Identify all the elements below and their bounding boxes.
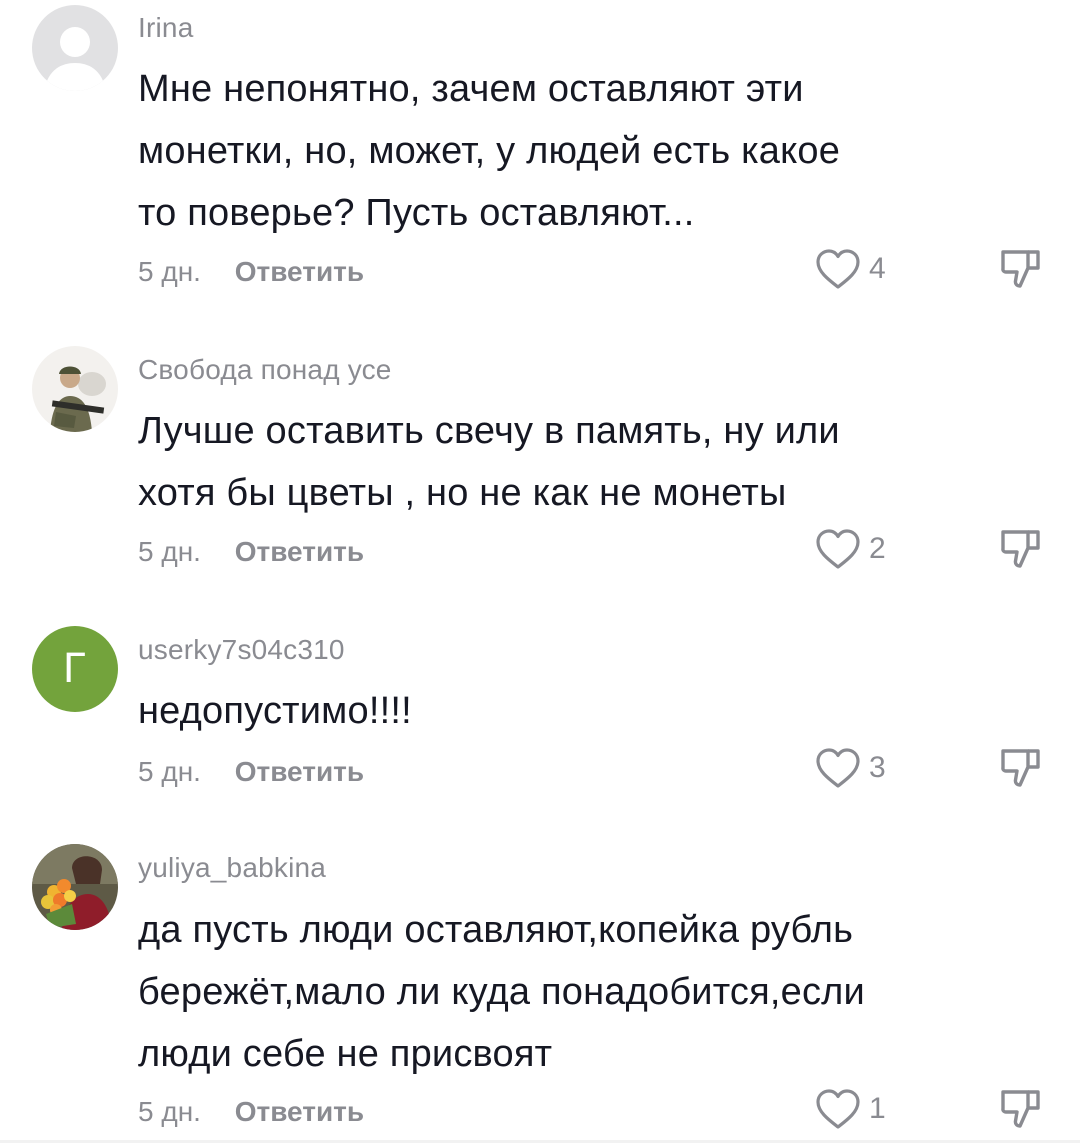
- comment-time: 5 дн.: [138, 1096, 201, 1127]
- comment-text: недопустимо!!!!: [138, 680, 938, 742]
- comment-username[interactable]: userky7s04c310: [138, 634, 345, 666]
- comment-text-line: Мне непонятно, зачем оставляют эти: [138, 68, 804, 110]
- comment-text-line: недопустимо!!!!: [138, 690, 412, 732]
- comment-meta: 5 дн. Ответить: [138, 756, 364, 788]
- reply-button[interactable]: Ответить: [235, 756, 364, 788]
- comment-username[interactable]: Irina: [138, 12, 193, 44]
- heart-outline-icon: [816, 1089, 860, 1129]
- default-avatar-icon: [32, 5, 118, 91]
- comment-meta: 5 дн. Ответить: [138, 536, 364, 568]
- avatar[interactable]: [32, 844, 118, 930]
- like-count: 1: [869, 1092, 886, 1125]
- like-button[interactable]: 3: [815, 747, 886, 789]
- comment-time: 5 дн.: [138, 536, 201, 567]
- comment-text: Мне непонятно, зачем оставляют эти монет…: [138, 58, 938, 244]
- comment-meta: 5 дн. Ответить: [138, 1096, 364, 1128]
- thumbs-down-icon: [1001, 530, 1040, 568]
- dislike-button[interactable]: [998, 1088, 1044, 1137]
- reply-button[interactable]: Ответить: [235, 536, 364, 568]
- comment-text-line: бережёт,мало ли куда понадобится,если: [138, 971, 865, 1013]
- comment-text-line: да пусть люди оставляют,копейка рубль: [138, 909, 854, 951]
- like-count: 2: [869, 532, 886, 565]
- comment-text-line: люди себе не присвоят: [138, 1033, 553, 1075]
- comment-time: 5 дн.: [138, 756, 201, 787]
- comment-text-line: хотя бы цветы , но не как не монеты: [138, 472, 787, 514]
- like-button[interactable]: 4: [815, 248, 886, 290]
- dislike-button[interactable]: [998, 248, 1044, 297]
- like-button[interactable]: 1: [815, 1088, 886, 1130]
- heart-outline-icon: [816, 748, 860, 788]
- comment-time: 5 дн.: [138, 256, 201, 287]
- flowers-photo-avatar-icon: [32, 844, 118, 930]
- reply-button[interactable]: Ответить: [235, 256, 364, 288]
- comment-meta: 5 дн. Ответить: [138, 256, 364, 288]
- like-count: 4: [869, 252, 886, 285]
- avatar-letter: Г: [62, 646, 88, 692]
- like-count: 3: [869, 751, 886, 784]
- comment-text: Лучше оставить свечу в память, ну или хо…: [138, 400, 938, 524]
- comment-text-line: Лучше оставить свечу в память, ну или: [138, 410, 840, 452]
- reply-button[interactable]: Ответить: [235, 1096, 364, 1128]
- avatar[interactable]: [32, 5, 118, 91]
- heart-outline-icon: [816, 249, 860, 289]
- comment-username[interactable]: yuliya_babkina: [138, 852, 326, 884]
- thumbs-down-icon: [1001, 749, 1040, 787]
- dislike-button[interactable]: [998, 747, 1044, 796]
- comment-username[interactable]: Свобода понад усе: [138, 354, 392, 386]
- like-button[interactable]: 2: [815, 528, 886, 570]
- comment-text-line: то поверье? Пусть оставляют...: [138, 192, 695, 234]
- comment-text-line: монетки, но, может, у людей есть какое: [138, 130, 841, 172]
- avatar[interactable]: Г: [32, 626, 118, 712]
- comment-text: да пусть люди оставляют,копейка рубль бе…: [138, 899, 938, 1085]
- dislike-button[interactable]: [998, 528, 1044, 577]
- thumbs-down-icon: [1001, 1090, 1040, 1128]
- heart-outline-icon: [816, 529, 860, 569]
- thumbs-down-icon: [1001, 250, 1040, 288]
- soldier-photo-avatar-icon: [32, 346, 118, 432]
- avatar[interactable]: [32, 346, 118, 432]
